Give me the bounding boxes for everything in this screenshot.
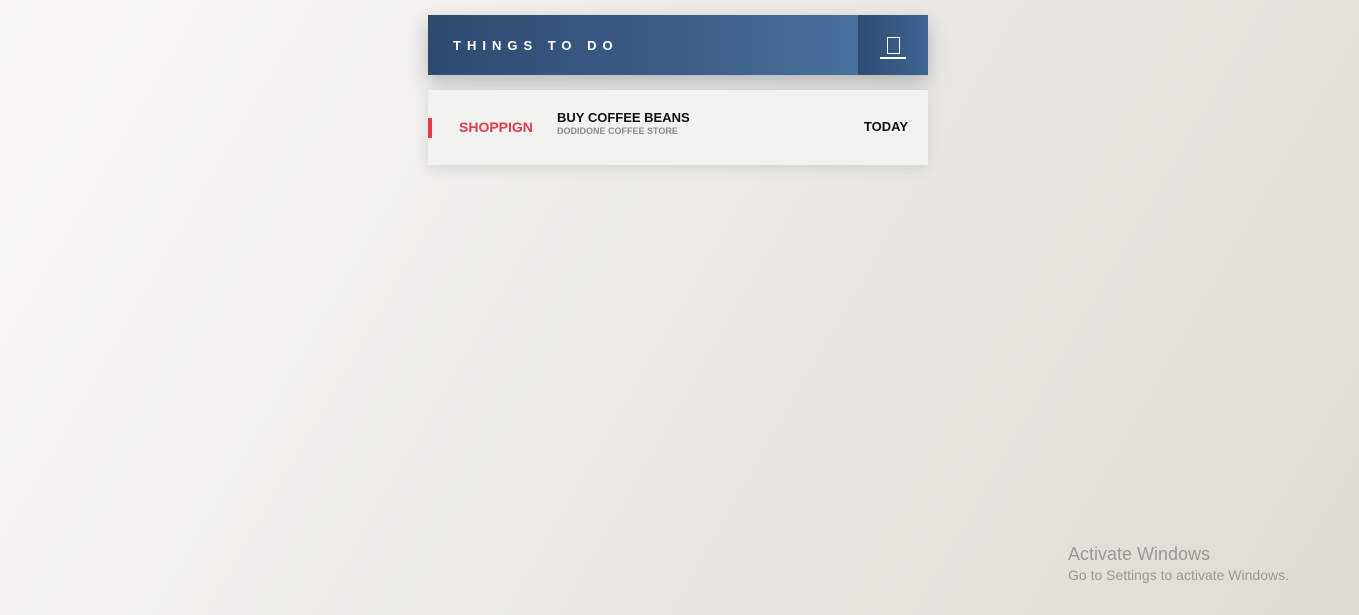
watermark-title: Activate Windows bbox=[1068, 544, 1211, 564]
task-subtitle: DODIDONE COFFEE STORE bbox=[557, 126, 678, 136]
activation-watermark: Activate Windows Go to Settings to activ… bbox=[1068, 543, 1289, 585]
notebook-icon bbox=[880, 37, 906, 59]
todo-app: THINGS TO DO SHOPPIGN BUY COFFEE BEANS D… bbox=[428, 15, 928, 165]
add-task-button[interactable] bbox=[858, 15, 928, 75]
task-details: BUY COFFEE BEANS DODIDONE COFFEE STORE bbox=[557, 111, 690, 137]
task-due-date: TODAY bbox=[863, 119, 908, 134]
task-category: SHOPPIGN bbox=[459, 119, 533, 135]
watermark-subtitle: Go to Settings to activate Windows. bbox=[1068, 567, 1289, 583]
header-title: THINGS TO DO bbox=[453, 37, 619, 53]
category-marker bbox=[428, 118, 432, 138]
task-title: BUY COFFEE BEANS bbox=[557, 110, 690, 125]
todo-header: THINGS TO DO bbox=[428, 15, 928, 75]
task-item[interactable]: SHOPPIGN BUY COFFEE BEANS DODIDONE COFFE… bbox=[428, 90, 928, 165]
